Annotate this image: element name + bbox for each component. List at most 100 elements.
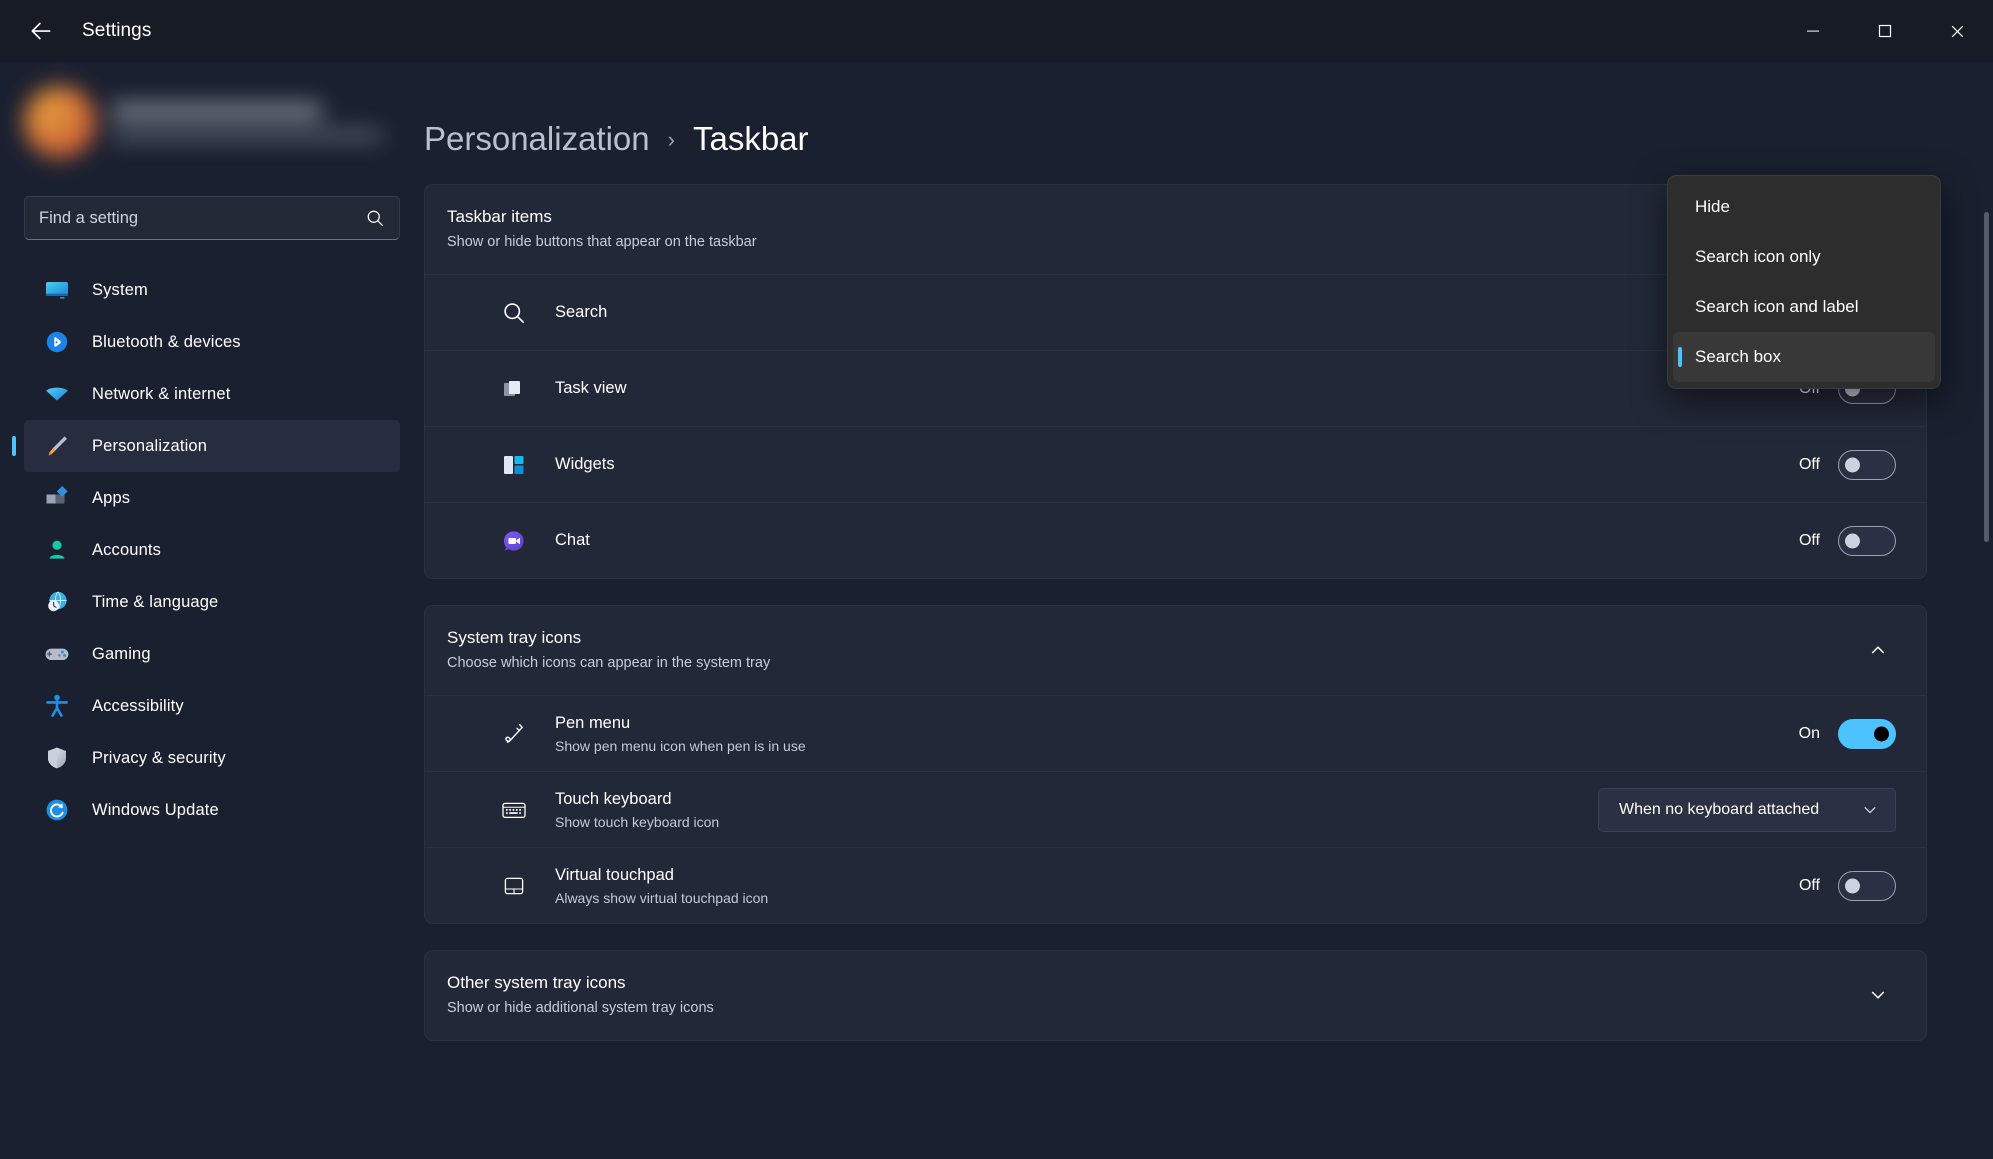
- chat-toggle[interactable]: [1838, 526, 1896, 556]
- sidebar-item-label: Time & language: [92, 593, 218, 612]
- sidebar-item-gaming[interactable]: Gaming: [24, 628, 400, 680]
- chat-icon: [497, 528, 531, 554]
- row-touch-keyboard[interactable]: Touch keyboard Show touch keyboard icon …: [425, 771, 1926, 847]
- sidebar-item-accounts[interactable]: Accounts: [24, 524, 400, 576]
- row-title: Chat: [555, 531, 1799, 550]
- touch-keyboard-dropdown[interactable]: When no keyboard attached: [1598, 788, 1896, 832]
- row-subtitle: Show touch keyboard icon: [555, 814, 1598, 830]
- sidebar-item-label: Privacy & security: [92, 749, 226, 768]
- sidebar-item-label: Network & internet: [92, 385, 230, 404]
- widgets-toggle[interactable]: [1838, 450, 1896, 480]
- back-button[interactable]: [14, 9, 68, 53]
- flyout-item-search-icon-only[interactable]: Search icon only: [1673, 232, 1935, 282]
- sidebar-item-time-language[interactable]: Time & language: [24, 576, 400, 628]
- monitor-icon: [44, 277, 70, 303]
- flyout-item-search-icon-and-label[interactable]: Search icon and label: [1673, 282, 1935, 332]
- chevron-up-icon[interactable]: [1860, 632, 1896, 668]
- search-input[interactable]: [39, 209, 365, 228]
- row-title: Pen menu: [555, 714, 1799, 733]
- dropdown-value: When no keyboard attached: [1619, 801, 1819, 819]
- app-title: Settings: [82, 20, 151, 42]
- breadcrumb-parent[interactable]: Personalization: [424, 120, 650, 158]
- clock-globe-icon: [44, 589, 70, 615]
- keyboard-icon: [497, 797, 531, 823]
- shield-icon: [44, 745, 70, 771]
- sidebar-nav: System Bluetooth & devices: [24, 264, 400, 836]
- account-text: [112, 103, 382, 142]
- flyout-item-label: Search icon and label: [1695, 297, 1859, 317]
- sidebar-item-accessibility[interactable]: Accessibility: [24, 680, 400, 732]
- sidebar-item-label: Bluetooth & devices: [92, 333, 241, 352]
- row-title: Widgets: [555, 455, 1799, 474]
- window-body: System Bluetooth & devices: [0, 62, 1993, 1159]
- breadcrumb-separator-icon: ›: [668, 127, 675, 153]
- sidebar-item-network-internet[interactable]: Network & internet: [24, 368, 400, 420]
- bluetooth-icon: [44, 329, 70, 355]
- row-pen-menu[interactable]: Pen menu Show pen menu icon when pen is …: [425, 695, 1926, 771]
- section-title: Other system tray icons: [447, 973, 1860, 993]
- sidebar-item-label: Accounts: [92, 541, 161, 560]
- back-arrow-icon: [28, 18, 54, 44]
- sidebar-item-label: Windows Update: [92, 801, 219, 820]
- section-title: System tray icons: [447, 628, 1860, 648]
- account-email-blurred: [112, 129, 382, 142]
- accessibility-icon: [44, 693, 70, 719]
- person-icon: [44, 537, 70, 563]
- row-subtitle: Always show virtual touchpad icon: [555, 890, 1799, 906]
- account-card[interactable]: [24, 68, 400, 176]
- search-icon: [365, 208, 385, 228]
- toggle-state-label: On: [1799, 725, 1820, 743]
- flyout-item-label: Search icon only: [1695, 247, 1821, 267]
- flyout-item-label: Hide: [1695, 197, 1730, 217]
- sidebar-item-label: Apps: [92, 489, 130, 508]
- system-tray-icons-header[interactable]: System tray icons Choose which icons can…: [425, 606, 1926, 695]
- update-icon: [44, 797, 70, 823]
- system-tray-icons-card: System tray icons Choose which icons can…: [424, 605, 1927, 924]
- close-icon: [1949, 23, 1966, 40]
- brush-icon: [44, 433, 70, 459]
- maximize-button[interactable]: [1849, 0, 1921, 62]
- search-box[interactable]: [24, 196, 400, 240]
- row-title: Virtual touchpad: [555, 866, 1799, 885]
- content-scrollbar[interactable]: [1984, 212, 1989, 542]
- sidebar-item-label: Accessibility: [92, 697, 184, 716]
- row-subtitle: Show pen menu icon when pen is in use: [555, 738, 1799, 754]
- toggle-state-label: Off: [1799, 532, 1820, 550]
- sidebar-item-personalization[interactable]: Personalization: [24, 420, 400, 472]
- other-system-tray-icons-header[interactable]: Other system tray icons Show or hide add…: [425, 951, 1926, 1040]
- chevron-down-icon[interactable]: [1860, 977, 1896, 1013]
- sidebar-item-label: Personalization: [92, 437, 207, 456]
- breadcrumb: Personalization › Taskbar: [424, 120, 1927, 158]
- sidebar-item-windows-update[interactable]: Windows Update: [24, 784, 400, 836]
- virtual-touchpad-toggle[interactable]: [1838, 871, 1896, 901]
- search-glyph-icon: [497, 300, 531, 326]
- sidebar-item-system[interactable]: System: [24, 264, 400, 316]
- settings-window: Settings: [0, 0, 1993, 1159]
- flyout-item-search-box[interactable]: Search box: [1673, 332, 1935, 382]
- sidebar-item-bluetooth-devices[interactable]: Bluetooth & devices: [24, 316, 400, 368]
- chevron-down-icon: [1861, 801, 1879, 819]
- maximize-icon: [1877, 23, 1893, 39]
- gamepad-icon: [44, 641, 70, 667]
- row-title: Touch keyboard: [555, 790, 1598, 809]
- minimize-icon: [1805, 23, 1821, 39]
- toggle-state-label: Off: [1799, 877, 1820, 895]
- task-view-icon: [497, 376, 531, 402]
- flyout-item-hide[interactable]: Hide: [1673, 182, 1935, 232]
- sidebar-item-privacy-security[interactable]: Privacy & security: [24, 732, 400, 784]
- search-mode-flyout: Hide Search icon only Search icon and la…: [1667, 175, 1941, 389]
- pen-menu-toggle[interactable]: [1838, 719, 1896, 749]
- section-subtitle: Choose which icons can appear in the sys…: [447, 655, 1860, 671]
- pen-icon: [497, 721, 531, 747]
- minimize-button[interactable]: [1777, 0, 1849, 62]
- row-widgets[interactable]: Widgets Off: [425, 426, 1926, 502]
- page-title: Taskbar: [693, 120, 809, 158]
- row-chat[interactable]: Chat Off: [425, 502, 1926, 578]
- flyout-item-label: Search box: [1695, 347, 1781, 367]
- wifi-icon: [44, 381, 70, 407]
- row-virtual-touchpad[interactable]: Virtual touchpad Always show virtual tou…: [425, 847, 1926, 923]
- widgets-icon: [497, 452, 531, 478]
- sidebar-item-apps[interactable]: Apps: [24, 472, 400, 524]
- account-name-blurred: [112, 103, 322, 119]
- close-button[interactable]: [1921, 0, 1993, 62]
